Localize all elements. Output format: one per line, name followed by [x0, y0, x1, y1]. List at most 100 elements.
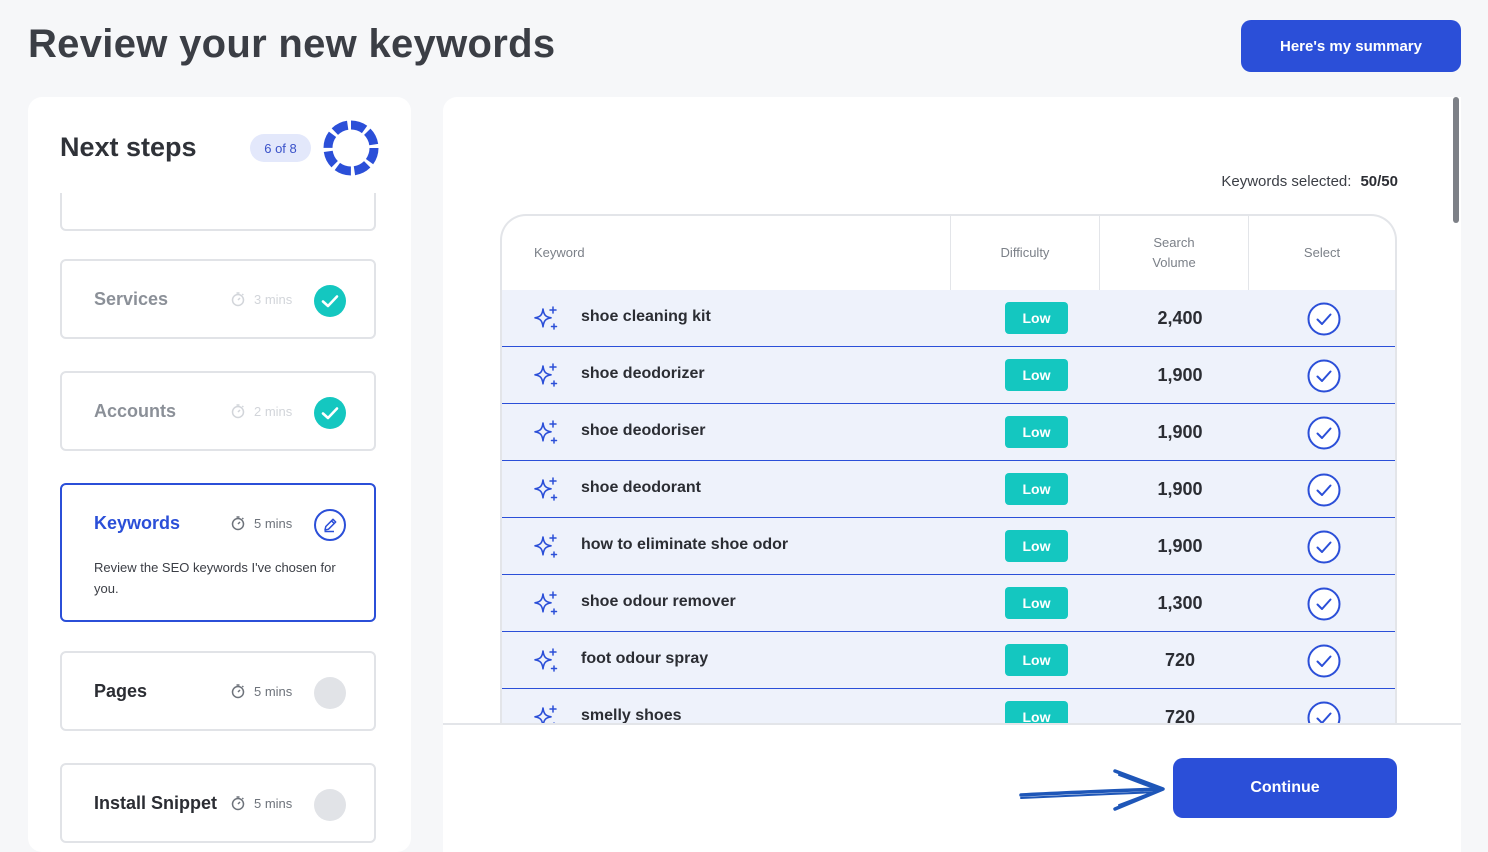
pending-circle-icon	[314, 789, 346, 821]
table-row[interactable]: how to eliminate shoe odor Low 1,900	[502, 518, 1395, 575]
table-row[interactable]: shoe deodorizer Low 1,900	[502, 347, 1395, 404]
progress-badge: 6 of 8	[250, 134, 311, 162]
next-steps-title: Next steps	[60, 132, 197, 162]
table-row[interactable]: foot odour spray Low 720	[502, 632, 1395, 689]
select-check-icon[interactable]	[1307, 302, 1341, 336]
keyword-text: how to eliminate shoe odor	[581, 536, 789, 553]
difficulty-badge: Low	[1005, 473, 1068, 505]
difficulty-badge: Low	[1005, 701, 1068, 723]
column-header-difficulty: Difficulty	[950, 216, 1099, 290]
step-time-text: 5 mins	[254, 515, 293, 531]
footer-bar: Continue	[443, 723, 1461, 852]
keywords-selected-count: 50/50	[1360, 173, 1398, 190]
difficulty-badge: Low	[1005, 302, 1068, 334]
keywords-selected-summary: Keywords selected: 50/50	[1221, 173, 1398, 190]
step-name: Services	[94, 289, 169, 309]
step-card-install-snippet[interactable]: Install Snippet 5 mins	[60, 763, 376, 843]
stopwatch-icon	[231, 684, 245, 699]
sparkle-icon	[534, 306, 558, 330]
step-card-previous[interactable]	[60, 193, 376, 231]
sparkle-icon	[534, 534, 558, 558]
select-check-icon[interactable]	[1307, 644, 1341, 678]
keyword-text: foot odour spray	[581, 650, 709, 667]
search-volume: 2,400	[1157, 308, 1203, 328]
step-duration: 5 mins	[230, 683, 292, 699]
keyword-text: shoe odour remover	[581, 593, 736, 610]
step-card-accounts[interactable]: Accounts 2 mins	[60, 371, 376, 451]
table-row[interactable]: shoe deodorant Low 1,900	[502, 461, 1395, 518]
difficulty-badge: Low	[1005, 587, 1068, 619]
stopwatch-icon	[231, 796, 245, 811]
scrollbar[interactable]	[1453, 97, 1459, 223]
sparkle-icon	[534, 591, 558, 615]
step-time-text: 3 mins	[254, 291, 293, 307]
difficulty-badge: Low	[1005, 530, 1068, 562]
keyword-text: shoe deodorizer	[581, 365, 705, 382]
table-row[interactable]: shoe cleaning kit Low 2,400	[502, 290, 1395, 347]
stopwatch-icon	[231, 292, 245, 307]
step-duration: 3 mins	[230, 291, 292, 307]
pending-circle-icon	[314, 677, 346, 709]
keywords-table: Keyword Difficulty Search Volume Select …	[500, 214, 1397, 723]
summary-button[interactable]: Here's my summary	[1241, 20, 1461, 72]
continue-button[interactable]: Continue	[1173, 758, 1397, 818]
sparkle-icon	[534, 477, 558, 501]
step-name: Pages	[94, 681, 148, 701]
select-check-icon[interactable]	[1307, 587, 1341, 621]
column-header-search-volume: Search Volume	[1099, 216, 1248, 290]
step-time-text: 2 mins	[254, 403, 293, 419]
arrow-annotation-icon	[1019, 769, 1165, 811]
search-volume: 1,900	[1157, 479, 1203, 499]
progress-ring-icon	[323, 120, 379, 176]
completed-check-icon	[314, 285, 346, 317]
page-title: Review your new keywords	[28, 22, 556, 66]
step-duration: 5 mins	[230, 795, 292, 811]
step-name: Accounts	[94, 401, 177, 421]
sparkle-icon	[534, 420, 558, 444]
step-duration: 5 mins	[230, 515, 292, 531]
difficulty-badge: Low	[1005, 644, 1068, 676]
step-card-keywords[interactable]: Keywords 5 mins Review the SEO keywords …	[60, 483, 376, 622]
keyword-text: smelly shoes	[581, 707, 682, 723]
completed-check-icon	[314, 397, 346, 429]
search-volume: 1,900	[1157, 536, 1203, 556]
step-description: Review the SEO keywords I've chosen for …	[94, 560, 336, 596]
keyword-text: shoe cleaning kit	[581, 308, 711, 325]
edit-pencil-icon	[314, 509, 346, 541]
table-row[interactable]: shoe deodoriser Low 1,900	[502, 404, 1395, 461]
select-check-icon[interactable]	[1307, 416, 1341, 450]
search-volume: 720	[1164, 650, 1196, 670]
stopwatch-icon	[231, 404, 245, 419]
step-card-services[interactable]: Services 3 mins	[60, 259, 376, 339]
step-duration: 2 mins	[230, 403, 292, 419]
sparkle-icon	[534, 705, 557, 723]
search-volume: 1,900	[1157, 365, 1203, 385]
select-check-icon[interactable]	[1307, 473, 1341, 507]
keywords-selected-label: Keywords selected:	[1221, 173, 1352, 190]
table-header: Keyword Difficulty Search Volume Select	[502, 216, 1395, 292]
step-name: Keywords	[94, 513, 181, 533]
keyword-text: shoe deodoriser	[581, 422, 706, 439]
step-time-text: 5 mins	[254, 683, 293, 699]
step-card-pages[interactable]: Pages 5 mins	[60, 651, 376, 731]
difficulty-badge: Low	[1005, 359, 1068, 391]
table-row[interactable]: shoe odour remover Low 1,300	[502, 575, 1395, 632]
step-name: Install Snippet	[94, 793, 218, 813]
select-check-icon[interactable]	[1307, 701, 1341, 723]
keywords-panel: Keywords selected: 50/50 Keyword Difficul…	[443, 97, 1461, 852]
search-volume: 720	[1164, 707, 1196, 723]
keyword-text: shoe deodorant	[581, 479, 702, 496]
difficulty-badge: Low	[1005, 416, 1068, 448]
step-time-text: 5 mins	[254, 795, 293, 811]
search-volume: 1,300	[1157, 593, 1203, 613]
column-header-select: Select	[1248, 216, 1395, 290]
next-steps-panel: Next steps 6 of 8 Services 3 mins Accoun…	[28, 97, 411, 852]
select-check-icon[interactable]	[1307, 359, 1341, 393]
select-check-icon[interactable]	[1307, 530, 1341, 564]
sparkle-icon	[534, 363, 558, 387]
sparkle-icon	[534, 648, 558, 672]
stopwatch-icon	[231, 516, 245, 531]
search-volume: 1,900	[1157, 422, 1203, 442]
column-header-keyword: Keyword	[534, 245, 585, 260]
table-row[interactable]: smelly shoes Low 720	[502, 689, 1395, 723]
